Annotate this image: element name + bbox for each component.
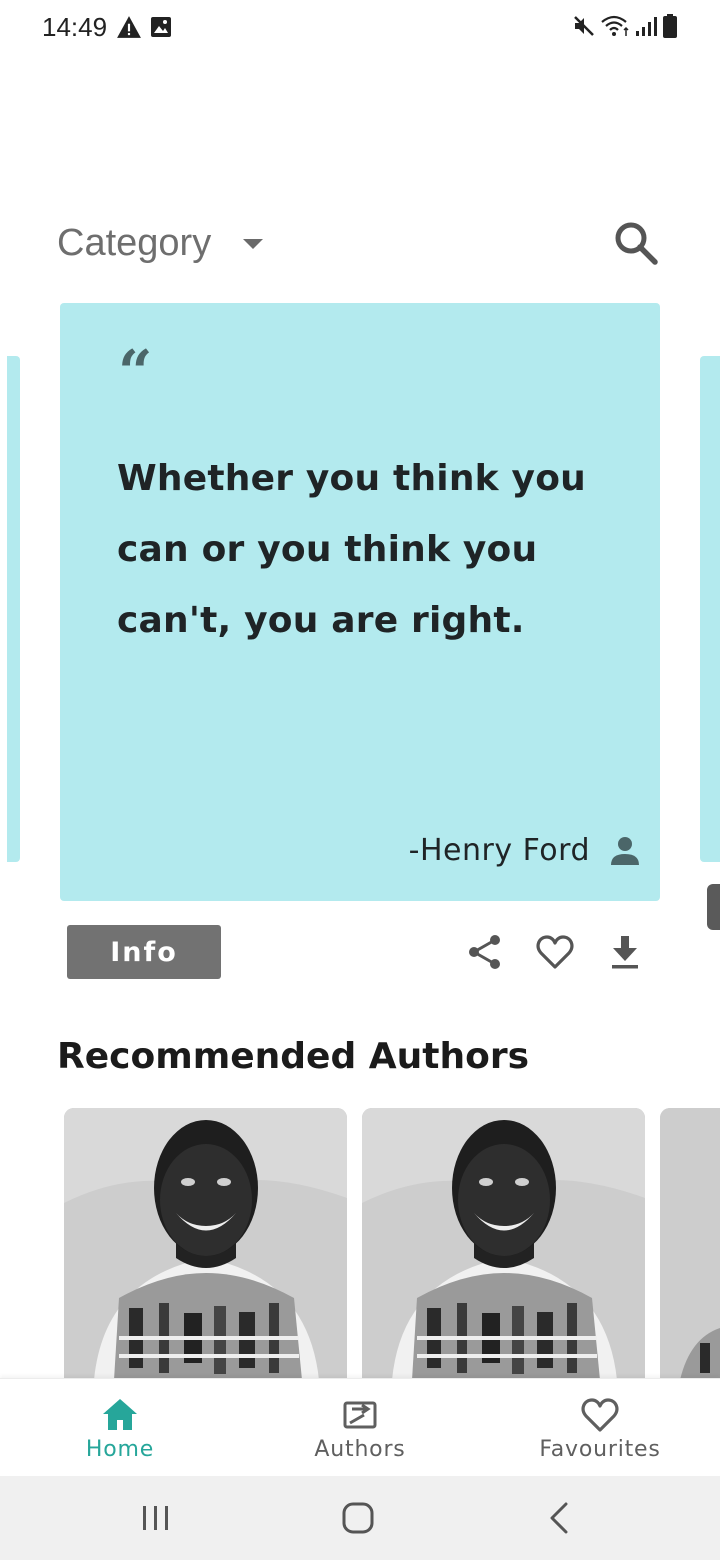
heart-outline-icon — [581, 1398, 619, 1432]
section-title: Recommended Authors — [57, 1036, 530, 1077]
category-label: Category — [57, 222, 212, 264]
quote-mark-icon: “ — [118, 338, 153, 408]
author-card[interactable] — [64, 1108, 347, 1380]
alert-icon — [117, 16, 141, 38]
status-bar: 14:49 — [0, 0, 720, 56]
author-photo — [362, 1108, 645, 1380]
battery-icon — [663, 14, 677, 38]
person-icon[interactable] — [609, 835, 641, 867]
nav-label-home: Home — [85, 1437, 155, 1462]
category-dropdown[interactable]: Category — [57, 222, 264, 265]
download-icon[interactable] — [605, 932, 645, 972]
nav-label-favourites: Favourites — [539, 1437, 661, 1462]
share-icon[interactable] — [465, 932, 505, 972]
author-photo — [660, 1108, 720, 1380]
search-icon[interactable] — [610, 218, 660, 268]
scroll-handle[interactable] — [707, 884, 720, 930]
signal-icon — [636, 17, 657, 36]
nav-label-authors: Authors — [314, 1437, 406, 1462]
image-icon — [151, 17, 171, 37]
nav-item-home[interactable]: Home — [0, 1379, 240, 1477]
nav-item-favourites[interactable]: Favourites — [480, 1379, 720, 1477]
wifi-icon — [601, 15, 629, 36]
info-button[interactable]: Info — [67, 925, 221, 979]
system-navigation-bar — [0, 1476, 720, 1560]
dropdown-caret-icon — [243, 238, 264, 249]
next-quote-card[interactable] — [700, 356, 720, 862]
quote-card[interactable]: “ Whether you think you can or you think… — [60, 303, 660, 901]
quote-text: Whether you think you can or you think y… — [117, 458, 586, 641]
home-circle-icon[interactable] — [336, 1496, 380, 1540]
author-photo — [64, 1108, 347, 1380]
quote-author[interactable]: -Henry Ford — [409, 833, 590, 868]
author-card[interactable] — [660, 1108, 720, 1380]
prev-quote-card[interactable] — [7, 356, 20, 862]
status-time: 14:49 — [42, 12, 108, 42]
mute-icon — [574, 16, 594, 36]
heart-outline-icon[interactable] — [535, 932, 575, 972]
author-card[interactable] — [362, 1108, 645, 1380]
back-icon[interactable] — [538, 1496, 582, 1540]
bottom-navigation: Home Authors Favourites — [0, 1378, 720, 1476]
recents-icon[interactable] — [134, 1496, 178, 1540]
nav-item-authors[interactable]: Authors — [240, 1379, 480, 1477]
authors-icon — [343, 1401, 377, 1429]
home-icon — [103, 1399, 137, 1430]
